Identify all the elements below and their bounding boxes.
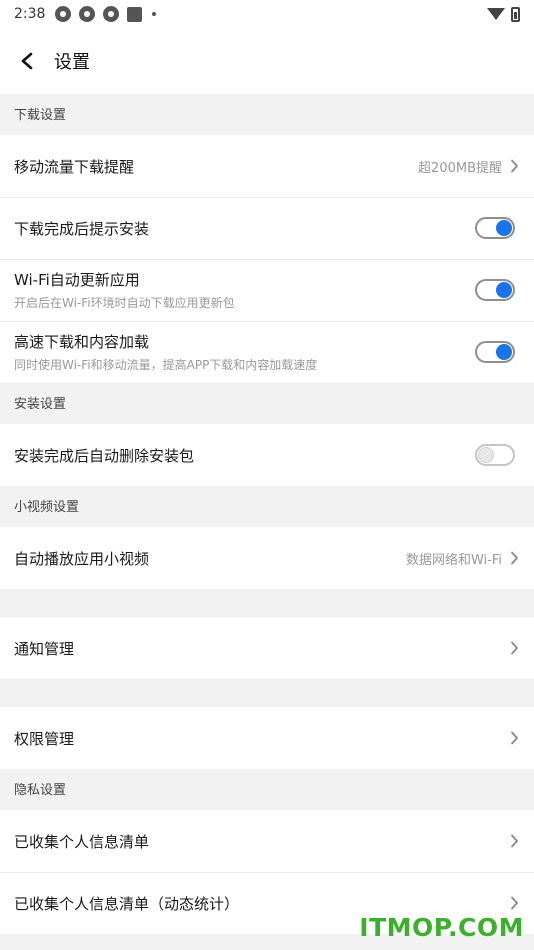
high-speed-download-toggle[interactable] (475, 341, 515, 363)
row-label: 权限管理 (14, 729, 75, 748)
notification-app-icon (55, 6, 72, 22)
autoplay-video-row[interactable]: 自动播放应用小视频 数据网络和Wi-Fi (0, 527, 534, 589)
page-title: 设置 (54, 52, 90, 73)
battery-icon (511, 6, 520, 22)
row-value: 超200MB提醒 (418, 160, 502, 176)
prompt-install-toggle[interactable] (475, 217, 515, 239)
prompt-install-row: 下载完成后提示安装 (0, 197, 534, 259)
row-label: 通知管理 (14, 639, 75, 658)
chevron-right-icon (510, 641, 520, 655)
watermark-logo: ITMOP.COM (359, 913, 524, 942)
back-arrow-icon[interactable] (20, 52, 38, 70)
chevron-right-icon (510, 834, 520, 848)
chevron-right-icon (510, 159, 520, 173)
notification-app-icon (79, 6, 96, 22)
row-label: 已收集个人信息清单（动态统计） (14, 894, 240, 913)
row-label: 安装完成后自动删除安装包 (14, 446, 195, 465)
more-notifications-dot-icon (152, 12, 157, 16)
section-gap (0, 589, 534, 617)
row-value: 数据网络和Wi-Fi (405, 552, 502, 568)
notification-square-icon (127, 6, 143, 22)
collected-info-list-row[interactable]: 已收集个人信息清单 (0, 810, 534, 872)
row-label: 高速下载和内容加载 (14, 333, 150, 351)
row-label: 已收集个人信息清单 (14, 832, 150, 851)
chevron-right-icon (510, 551, 520, 565)
high-speed-download-row: 高速下载和内容加载 同时使用Wi-Fi和移动流量，提高APP下载和内容加载速度 (0, 321, 534, 383)
notification-management-row[interactable]: 通知管理 (0, 617, 534, 679)
chevron-right-icon (510, 731, 520, 745)
wifi-auto-update-row: Wi-Fi自动更新应用 开启后在Wi-Fi环境时自动下载应用更新包 (0, 259, 534, 321)
status-time: 2:38 (14, 6, 46, 22)
section-gap (0, 679, 534, 707)
auto-delete-package-row: 安装完成后自动删除安装包 (0, 424, 534, 486)
mobile-data-download-reminder-row[interactable]: 移动流量下载提醒 超200MB提醒 (0, 135, 534, 197)
toggle-knob (496, 282, 512, 298)
notification-app-icon (103, 6, 120, 22)
status-bar: 2:38 (0, 0, 534, 28)
permission-management-row[interactable]: 权限管理 (0, 707, 534, 769)
toggle-knob (478, 447, 494, 463)
auto-delete-package-toggle[interactable] (475, 444, 515, 466)
row-description: 同时使用Wi-Fi和移动流量，提高APP下载和内容加载速度 (14, 358, 318, 372)
section-title-install: 安装设置 (0, 383, 534, 424)
toggle-knob (496, 344, 512, 360)
wifi-auto-update-toggle[interactable] (475, 279, 515, 301)
row-description: 开启后在Wi-Fi环境时自动下载应用更新包 (14, 296, 235, 310)
toggle-knob (496, 220, 512, 236)
section-title-video: 小视频设置 (0, 486, 534, 527)
section-title-privacy: 隐私设置 (0, 769, 534, 810)
row-label: Wi-Fi自动更新应用 (14, 271, 140, 289)
section-title-download: 下载设置 (0, 94, 534, 135)
header: 设置 (0, 28, 534, 94)
chevron-right-icon (510, 896, 520, 910)
row-label: 下载完成后提示安装 (14, 219, 150, 238)
row-label: 自动播放应用小视频 (14, 549, 150, 568)
wifi-icon (487, 8, 505, 20)
row-label: 移动流量下载提醒 (14, 157, 135, 176)
